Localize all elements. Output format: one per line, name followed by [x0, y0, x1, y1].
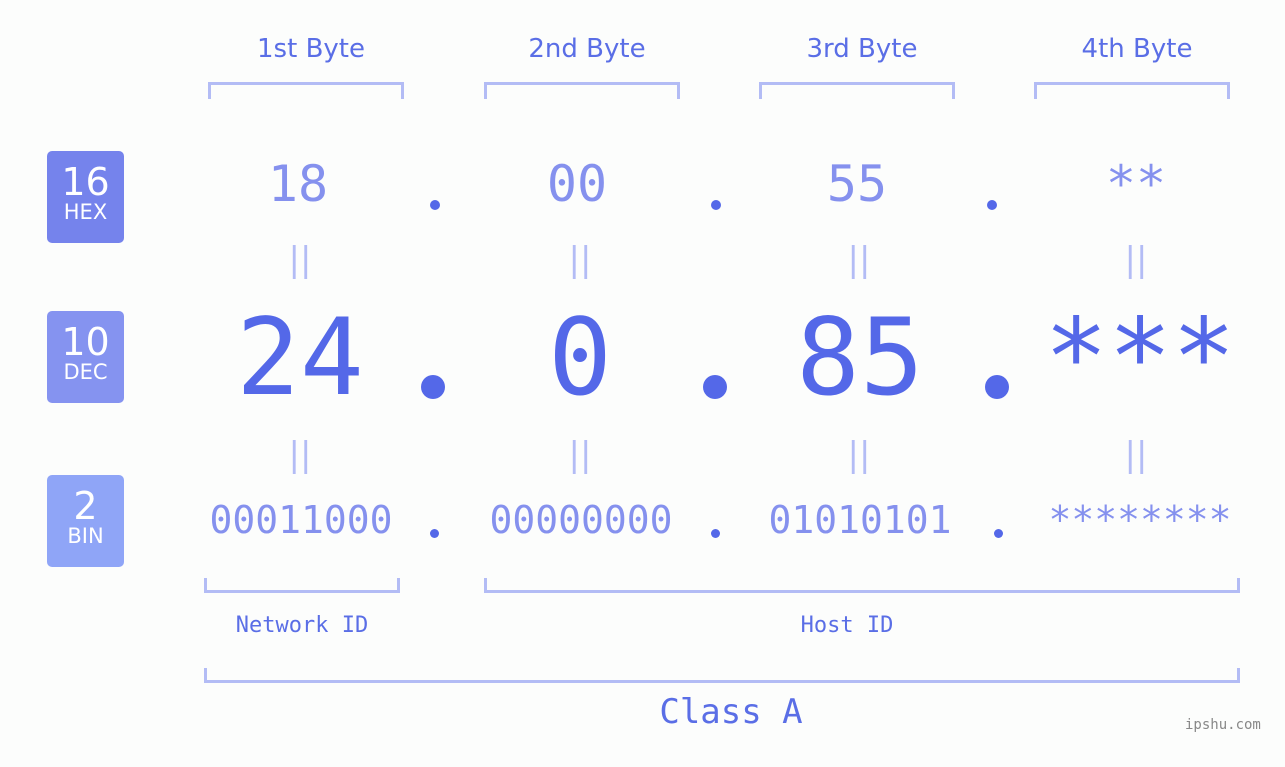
- byte-header-1: 1st Byte: [257, 34, 365, 64]
- dec-badge-number: 10: [61, 320, 110, 364]
- equals-sign: ||: [1124, 435, 1148, 475]
- byte-bracket-1: [208, 82, 404, 99]
- dec-byte-4: ***: [1044, 296, 1236, 419]
- bin-byte-1: 00011000: [209, 498, 393, 542]
- hex-byte-3: 55: [826, 155, 888, 213]
- dec-badge-label: DEC: [63, 360, 108, 384]
- bin-byte-2: 00000000: [489, 498, 673, 542]
- byte-bracket-4: [1034, 82, 1230, 99]
- dec-dot-1: [421, 375, 445, 399]
- class-bracket: [204, 668, 1240, 683]
- bin-badge-label: BIN: [67, 524, 104, 548]
- bin-dot-2: [711, 529, 720, 538]
- equals-sign: ||: [288, 435, 312, 475]
- host-id-label: Host ID: [800, 613, 894, 638]
- dec-byte-1: 24: [236, 296, 364, 419]
- byte-header-3: 3rd Byte: [806, 34, 918, 64]
- hex-byte-4: **: [1105, 155, 1167, 213]
- bin-dot-3: [994, 529, 1003, 538]
- byte-bracket-3: [759, 82, 955, 99]
- network-id-label: Network ID: [235, 613, 369, 638]
- equals-sign: ||: [1124, 240, 1148, 280]
- hex-badge-label: HEX: [63, 200, 108, 224]
- equals-sign: ||: [847, 240, 871, 280]
- byte-header-2: 2nd Byte: [528, 34, 646, 64]
- hex-dot-1: [430, 200, 440, 210]
- dec-dot-2: [703, 375, 727, 399]
- bin-badge-number: 2: [73, 484, 98, 528]
- dec-badge: 10 DEC: [47, 311, 124, 403]
- bin-badge: 2 BIN: [47, 475, 124, 567]
- bin-dot-1: [430, 529, 439, 538]
- hex-badge: 16 HEX: [47, 151, 124, 243]
- bin-byte-4: ********: [1048, 498, 1232, 542]
- equals-sign: ||: [568, 435, 592, 475]
- hex-byte-1: 18: [267, 155, 329, 213]
- network-id-bracket: [204, 578, 400, 593]
- class-label: Class A: [659, 692, 803, 732]
- dec-byte-3: 85: [796, 296, 924, 419]
- byte-bracket-2: [484, 82, 680, 99]
- hex-dot-2: [711, 200, 721, 210]
- hex-badge-number: 16: [61, 160, 110, 204]
- dec-dot-3: [985, 375, 1009, 399]
- bin-byte-3: 01010101: [768, 498, 952, 542]
- hex-dot-3: [987, 200, 997, 210]
- hex-byte-2: 00: [546, 155, 608, 213]
- dec-byte-2: 0: [548, 296, 612, 419]
- byte-header-4: 4th Byte: [1081, 34, 1193, 64]
- equals-sign: ||: [288, 240, 312, 280]
- host-id-bracket: [484, 578, 1240, 593]
- equals-sign: ||: [568, 240, 592, 280]
- equals-sign: ||: [847, 435, 871, 475]
- watermark: ipshu.com: [1185, 717, 1261, 733]
